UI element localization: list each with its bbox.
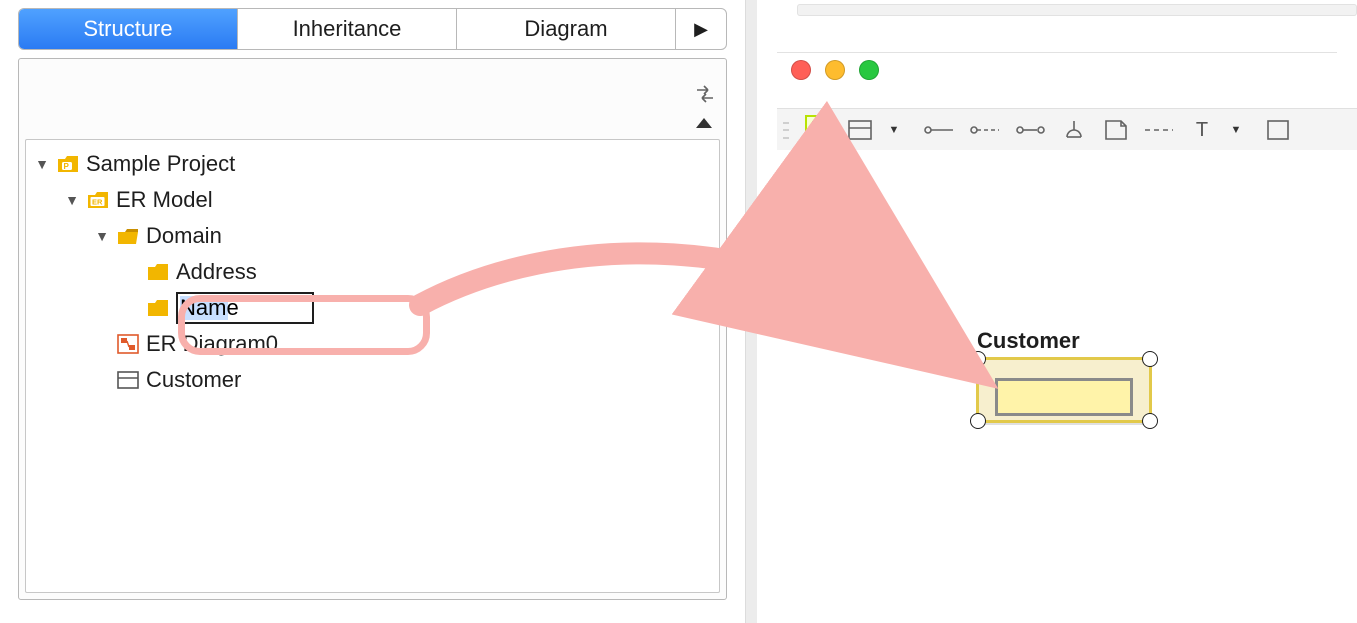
toolbar-grip[interactable] <box>783 116 789 144</box>
entity-title: Customer <box>977 328 1151 354</box>
tree-node-name-editing[interactable]: ▼ <box>120 290 715 326</box>
tool-relation-identifying[interactable] <box>923 115 953 145</box>
disclosure-triangle-icon[interactable]: ▼ <box>94 225 110 247</box>
entity-icon <box>116 369 140 391</box>
entity-customer[interactable]: Customer <box>977 328 1151 422</box>
tool-relation-many[interactable] <box>1015 115 1045 145</box>
structure-pane: Structure Inheritance Diagram ▶ <box>0 0 745 623</box>
tree-node-domain[interactable]: ▼ Domain <box>90 218 715 254</box>
disclosure-triangle-icon[interactable]: ▼ <box>34 153 50 175</box>
collapse-arrow-icon[interactable] <box>696 115 712 133</box>
svg-text:ER: ER <box>92 198 103 207</box>
play-icon: ▶ <box>694 19 708 40</box>
tool-text-dropdown[interactable]: ▼ <box>1223 115 1249 145</box>
tree-node-er-diagram0[interactable]: ▼ ER Diagram0 <box>90 326 715 362</box>
folder-icon <box>146 261 170 283</box>
tool-subtype[interactable] <box>1061 115 1087 145</box>
rename-input-wrapper[interactable] <box>176 292 314 324</box>
window-traffic-lights <box>791 60 879 80</box>
tree-node-customer[interactable]: ▼ Customer <box>90 362 715 398</box>
resize-handle-bottom-right[interactable] <box>1142 413 1158 429</box>
disclosure-triangle-icon[interactable]: ▼ <box>64 189 80 211</box>
er-model-icon: ER <box>86 189 110 211</box>
tab-inheritance[interactable]: Inheritance <box>238 9 457 49</box>
svg-text:P: P <box>64 162 70 171</box>
window-minimize-button[interactable] <box>825 60 845 80</box>
tab-inheritance-label: Inheritance <box>293 16 402 42</box>
tree-node-address[interactable]: ▼ Address <box>120 254 715 290</box>
tree-view[interactable]: ▼ P Sample Project ▼ ER <box>25 139 720 593</box>
tool-pointer[interactable] <box>805 115 831 145</box>
tree-node-project[interactable]: ▼ P Sample Project <box>30 146 715 182</box>
tree-node-label: Sample Project <box>86 146 235 181</box>
tab-diagram-label: Diagram <box>524 16 607 42</box>
entity-body[interactable] <box>977 358 1151 422</box>
tree-node-label: Domain <box>146 218 222 253</box>
tab-diagram[interactable]: Diagram <box>457 9 676 49</box>
diagram-canvas[interactable]: Customer <box>777 150 1357 623</box>
tool-entity[interactable] <box>847 115 873 145</box>
horizontal-scroll-track[interactable] <box>797 4 1357 16</box>
diagram-toolbar: ▼ T ▼ <box>777 108 1357 152</box>
structure-panel: ▼ P Sample Project ▼ ER <box>18 58 727 600</box>
tree-node-label: Customer <box>146 362 241 397</box>
tool-entity-dropdown[interactable]: ▼ <box>881 115 907 145</box>
tool-relation-nonidentifying[interactable] <box>969 115 999 145</box>
tree-node-label: Address <box>176 254 257 289</box>
rename-input[interactable] <box>180 296 310 320</box>
tool-text[interactable]: T <box>1189 115 1215 145</box>
entity-attributes-area <box>995 378 1133 416</box>
sync-icon[interactable] <box>694 84 716 109</box>
text-icon-label: T <box>1196 119 1208 142</box>
project-icon: P <box>56 153 80 175</box>
tree-node-er-model[interactable]: ▼ ER ER Model <box>60 182 715 218</box>
tree-node-label: ER Model <box>116 182 213 217</box>
resize-handle-bottom-left[interactable] <box>970 413 986 429</box>
diagram-pane: ▼ T ▼ <box>757 0 1357 623</box>
tool-note[interactable] <box>1103 115 1129 145</box>
tab-overflow[interactable]: ▶ <box>676 9 726 49</box>
er-diagram-icon <box>116 333 140 355</box>
folder-open-icon <box>116 225 140 247</box>
window-close-button[interactable] <box>791 60 811 80</box>
tree-node-label: ER Diagram0 <box>146 326 278 361</box>
resize-handle-top-right[interactable] <box>1142 351 1158 367</box>
tab-structure[interactable]: Structure <box>19 9 238 49</box>
tool-rectangle[interactable] <box>1265 115 1291 145</box>
tool-dashed-line[interactable] <box>1145 115 1173 145</box>
view-tabstrip: Structure Inheritance Diagram ▶ <box>18 8 727 50</box>
resize-handle-top-left[interactable] <box>970 351 986 367</box>
window-zoom-button[interactable] <box>859 60 879 80</box>
folder-icon <box>146 297 170 319</box>
panel-header <box>19 59 726 135</box>
tab-structure-label: Structure <box>83 16 172 42</box>
